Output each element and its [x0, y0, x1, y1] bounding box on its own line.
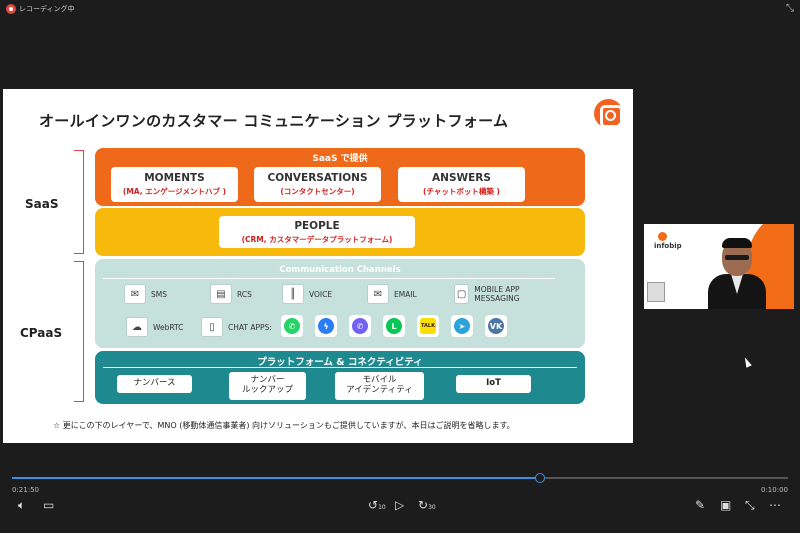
vk-icon: VK: [485, 315, 507, 337]
channel-email-label: EMAIL: [394, 289, 417, 299]
minimize-icon[interactable]: ⤡: [786, 3, 794, 14]
conversations-card: CONVERSATIONS (コンタクトセンター): [254, 167, 381, 202]
mouse-cursor-icon: [742, 356, 752, 368]
answers-card: ANSWERS (チャットボット構築 ): [398, 167, 525, 202]
saas-band-header: SaaS で提供: [312, 154, 368, 164]
presenter-phone: [647, 282, 665, 302]
skip-back-button[interactable]: ↺10: [368, 498, 386, 512]
people-title: PEOPLE: [294, 220, 340, 232]
answers-title: ANSWERS: [432, 172, 491, 184]
channels-band: Communication Channels ✉ SMS ▤ RCS ║ VOI…: [95, 259, 585, 348]
slide-footnote: ☆ 更にこの下のレイヤーで、MNO (移動体通信事業者) 向けソリューションもご…: [53, 421, 515, 430]
voice-icon: ║: [282, 284, 304, 304]
exit-fullscreen-icon[interactable]: ⤡: [745, 498, 755, 513]
viber-icon: ✆: [349, 315, 371, 337]
line-icon: L: [383, 315, 405, 337]
volume-icon[interactable]: 🔈︎: [18, 498, 25, 513]
platform-divider: [103, 367, 577, 368]
channel-voice: ║ VOICE: [282, 284, 332, 304]
slide-title: オールインワンのカスタマー コミュニケーション プラットフォーム: [39, 112, 509, 130]
sms-icon: ✉: [124, 284, 146, 304]
recording-indicator: レコーディング中: [6, 4, 75, 14]
video-brand-label: infobip: [654, 242, 682, 250]
moments-subtitle: (MA, エンゲージメントハブ ): [122, 187, 227, 196]
more-options-icon[interactable]: ⋯: [769, 498, 781, 512]
presenter-video[interactable]: infobip: [644, 224, 794, 309]
moments-card: MOMENTS (MA, エンゲージメントハブ ): [111, 167, 238, 202]
platform-band: プラットフォーム & コネクティビティ ナンバース ナンバー ルックアップ モバ…: [95, 351, 585, 404]
answers-subtitle: (チャットボット構築 ): [423, 187, 500, 196]
chat-apps-icon: ▯: [201, 317, 223, 337]
recording-label: レコーディング中: [19, 5, 75, 13]
rcs-icon: ▤: [210, 284, 232, 304]
channel-chat-apps: ▯ CHAT APPS:: [201, 317, 272, 337]
mobile-identity-pill: モバイル アイデンティティ: [335, 372, 424, 400]
channel-webrtc-label: WebRTC: [153, 322, 184, 332]
captions-icon[interactable]: ▭: [43, 498, 54, 512]
channel-mobile-app-label: MOBILE APP MESSAGING: [474, 285, 520, 303]
infobip-logo-icon: [594, 99, 623, 128]
channel-mobile-app: ▢ MOBILE APP MESSAGING: [454, 284, 536, 304]
edit-icon[interactable]: ✎: [695, 498, 705, 512]
skip-back-label: 10: [378, 504, 386, 511]
people-card: PEOPLE (CRM, カスタマーデータプラットフォーム): [219, 216, 415, 248]
cpaas-label: CPaaS: [20, 326, 63, 340]
channel-voice-label: VOICE: [309, 289, 333, 299]
webrtc-icon: ☁: [126, 317, 148, 337]
cpaas-bracket: [74, 261, 84, 402]
numbers-pill: ナンバース: [117, 375, 192, 393]
play-icon[interactable]: ▷: [395, 498, 404, 512]
messenger-icon: ϟ: [315, 315, 337, 337]
whatsapp-icon: ✆: [281, 315, 303, 337]
channel-chat-apps-label: CHAT APPS:: [228, 322, 272, 332]
top-bar: レコーディング中 ⤡: [0, 0, 800, 20]
channels-header: Communication Channels: [279, 265, 401, 275]
channels-divider: [103, 278, 555, 279]
seek-progress: [12, 477, 540, 479]
channel-rcs: ▤ RCS: [210, 284, 252, 304]
recording-icon: [6, 4, 16, 14]
email-icon: ✉: [367, 284, 389, 304]
picture-in-picture-icon[interactable]: ▣: [720, 498, 731, 512]
channel-sms: ✉ SMS: [124, 284, 167, 304]
iot-pill: IoT: [456, 375, 531, 393]
channel-rcs-label: RCS: [237, 289, 252, 299]
number-lookup-pill: ナンバー ルックアップ: [229, 372, 306, 400]
platform-header: プラットフォーム & コネクティビティ: [257, 357, 423, 368]
people-subtitle: (CRM, カスタマーデータプラットフォーム): [241, 235, 393, 244]
channel-email: ✉ EMAIL: [367, 284, 417, 304]
channel-sms-label: SMS: [151, 289, 167, 299]
infobip-brand-icon: [658, 232, 667, 241]
people-band: PEOPLE (CRM, カスタマーデータプラットフォーム): [95, 208, 585, 256]
skip-forward-button[interactable]: ↻30: [418, 498, 436, 512]
remaining-time: 0:10:00: [761, 486, 788, 494]
mobile-app-icon: ▢: [454, 284, 470, 304]
seek-bar[interactable]: [12, 473, 788, 483]
telegram-icon: ➤: [451, 315, 473, 337]
conversations-subtitle: (コンタクトセンター): [280, 187, 355, 196]
kakaotalk-icon: TALK: [417, 315, 439, 337]
presenter-avatar: [706, 238, 768, 309]
skip-forward-label: 30: [428, 504, 436, 511]
moments-title: MOMENTS: [144, 172, 205, 184]
seek-handle[interactable]: [534, 473, 545, 483]
channel-webrtc: ☁ WebRTC: [126, 317, 183, 337]
shared-slide: オールインワンのカスタマー コミュニケーション プラットフォーム SaaS CP…: [3, 89, 633, 443]
saas-band: SaaS で提供 MOMENTS (MA, エンゲージメントハブ ) CONVE…: [95, 148, 585, 206]
elapsed-time: 0:21:50: [12, 486, 39, 494]
conversations-title: CONVERSATIONS: [267, 172, 368, 184]
saas-bracket: [74, 150, 84, 254]
saas-label: SaaS: [25, 197, 59, 211]
